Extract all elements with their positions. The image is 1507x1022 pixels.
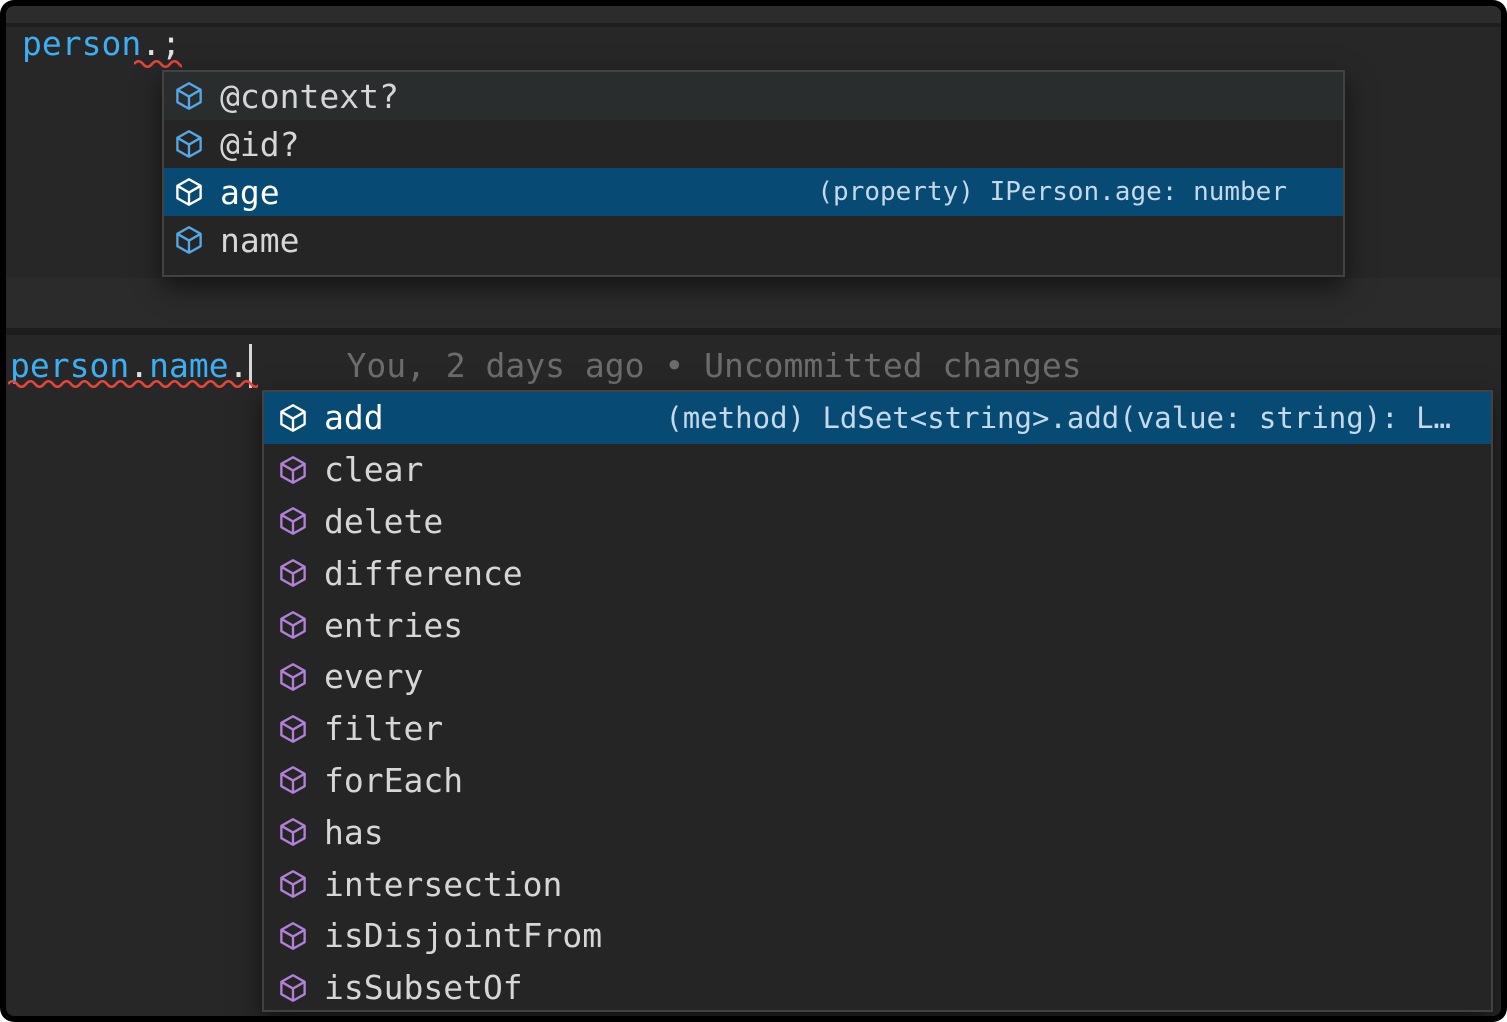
symbol-method-icon	[278, 403, 308, 433]
suggestion-item[interactable]: intersection	[264, 858, 1491, 910]
suggestion-item-selected[interactable]: age (property) IPerson.age: number	[164, 168, 1343, 216]
symbol-method-icon	[278, 921, 308, 951]
suggestion-item[interactable]: filter	[264, 703, 1491, 755]
suggestion-item[interactable]: isSubsetOf	[264, 962, 1491, 1014]
suggestion-label: every	[324, 657, 423, 696]
suggestion-label: difference	[324, 554, 523, 593]
suggest-widget-properties: @context? @id? age (property) IPerson.ag…	[162, 70, 1345, 277]
suggestion-label: @id?	[220, 125, 299, 164]
symbol-method-icon	[278, 558, 308, 588]
suggestion-label: name	[220, 221, 299, 260]
symbol-method-icon	[278, 610, 308, 640]
suggestion-item[interactable]: forEach	[264, 755, 1491, 807]
symbol-method-icon	[278, 714, 308, 744]
identifier-token[interactable]: person	[22, 24, 141, 63]
suggestion-item[interactable]: delete	[264, 496, 1491, 548]
symbol-method-icon	[278, 662, 308, 692]
suggestion-item[interactable]: clear	[264, 444, 1491, 496]
suggestion-label: filter	[324, 709, 443, 748]
seam-band	[6, 278, 1501, 328]
suggestion-label: clear	[324, 450, 423, 489]
symbol-method-icon	[278, 817, 308, 847]
suggestion-item[interactable]: difference	[264, 547, 1491, 599]
suggestion-item-selected[interactable]: add (method) LdSet<string>.add(value: st…	[264, 392, 1491, 444]
symbol-method-icon	[278, 765, 308, 795]
suggestion-detail: (property) IPerson.age: number	[817, 177, 1287, 207]
suggestion-label: add	[324, 398, 384, 437]
symbol-field-icon	[174, 225, 204, 255]
error-squiggle	[8, 378, 258, 389]
seam-band	[6, 6, 1501, 23]
suggestion-label: @context?	[220, 77, 399, 116]
suggestion-detail: (method) LdSet<string>.add(value: string…	[665, 401, 1451, 435]
suggestion-label: has	[324, 813, 384, 852]
symbol-field-icon	[174, 81, 204, 111]
suggestion-item[interactable]: @context?	[164, 72, 1343, 120]
suggestion-label: isDisjointFrom	[324, 916, 602, 955]
suggestion-label: age	[220, 173, 280, 212]
symbol-field-icon	[174, 129, 204, 159]
symbol-method-icon	[278, 973, 308, 1003]
suggestion-label: delete	[324, 502, 443, 541]
suggestion-label: forEach	[324, 761, 463, 800]
error-squiggle	[134, 58, 182, 69]
suggestion-item[interactable]: entries	[264, 599, 1491, 651]
seam-divider	[6, 23, 1501, 27]
vscode-window: person.; @context? @id? age (property) I…	[0, 0, 1507, 1022]
code-editor[interactable]: person.; @context? @id? age (property) I…	[6, 6, 1501, 1016]
suggestion-item[interactable]: isDisjointFrom	[264, 910, 1491, 962]
suggestion-item[interactable]: @id?	[164, 120, 1343, 168]
symbol-field-icon	[174, 177, 204, 207]
symbol-method-icon	[278, 455, 308, 485]
suggestion-label: entries	[324, 606, 463, 645]
suggest-widget-methods: add (method) LdSet<string>.add(value: st…	[262, 390, 1493, 1012]
suggestion-item[interactable]: name	[164, 216, 1343, 264]
suggestion-label: intersection	[324, 865, 562, 904]
symbol-method-icon	[278, 869, 308, 899]
gitlens-blame-annotation: You, 2 days ago • Uncommitted changes	[346, 346, 1081, 386]
suggestion-item[interactable]: every	[264, 651, 1491, 703]
symbol-method-icon	[278, 506, 308, 536]
suggestion-item[interactable]: has	[264, 806, 1491, 858]
seam-divider	[6, 328, 1501, 335]
suggestion-label: isSubsetOf	[324, 968, 523, 1007]
